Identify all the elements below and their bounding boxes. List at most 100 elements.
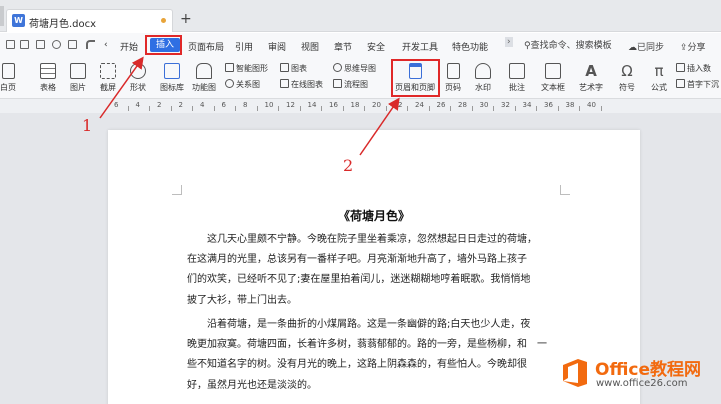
site-watermark: Office教程网 www.office26.com — [559, 351, 719, 399]
share-button[interactable]: ⇪分享 — [680, 40, 706, 53]
export-icon[interactable] — [36, 40, 45, 49]
new-tab-button[interactable]: + — [180, 12, 192, 26]
formula-button[interactable]: π 公式 — [646, 63, 672, 93]
ruler-label: 6 — [114, 101, 119, 109]
mindmap-icon — [333, 63, 342, 72]
menu-icon[interactable] — [6, 40, 15, 49]
chart-button[interactable]: 图表 — [280, 63, 307, 74]
shape-button[interactable]: 形状 — [126, 63, 150, 93]
mindmap-button[interactable]: 思维导图 — [333, 63, 376, 74]
horizontal-ruler[interactable]: 6 4 2 2 4 6 8 10 12 14 16 18 20 22 24 26 28 30 32 34 36 38 40 — [113, 101, 618, 111]
writer-doc-icon: W — [12, 14, 25, 27]
annotation-step-2: 2 — [343, 156, 354, 175]
relation-chart-icon — [225, 79, 234, 88]
ruler-tick — [149, 106, 151, 111]
ruler-label: 24 — [415, 101, 424, 109]
unsaved-dot-icon — [161, 18, 166, 23]
smartart-icon — [225, 63, 234, 72]
picture-button[interactable]: 图片 — [66, 63, 90, 93]
ruler-tick — [471, 106, 473, 111]
ruler-label: 2 — [157, 101, 162, 109]
command-search[interactable]: ⚲查找命令、搜索模板 — [524, 38, 612, 51]
ruler-label: 2 — [178, 101, 183, 109]
menu-item-references[interactable]: 引用 — [235, 40, 253, 53]
ruler-label: 16 — [329, 101, 338, 109]
menu-scroll-right-button[interactable]: › — [505, 37, 513, 47]
header-footer-highlight — [391, 59, 440, 97]
table-icon — [40, 63, 56, 79]
page-number-icon — [446, 63, 460, 79]
document-tab[interactable]: W 荷塘月色.docx — [6, 9, 173, 32]
ruler-tick — [213, 106, 215, 111]
watermark-brand: Office教程网 — [595, 360, 702, 380]
menu-item-view[interactable]: 视图 — [301, 40, 319, 53]
menu-item-features[interactable]: 特色功能 — [452, 40, 488, 53]
art-text-icon: A — [585, 62, 597, 80]
table-button[interactable]: 表格 — [36, 63, 60, 93]
ruler-label: 4 — [135, 101, 140, 109]
art-text-button[interactable]: A 艺术字 — [576, 63, 606, 93]
paragraph-1[interactable]: 这几天心里颇不宁静。今晚在院子里坐着乘凉，忽然想起日日走过的荷塘， 在这满月的光… — [187, 230, 559, 311]
comment-icon — [509, 63, 525, 79]
margin-corner-top-left — [172, 185, 182, 195]
home-icon[interactable] — [0, 6, 4, 26]
ruler-tick — [256, 106, 258, 111]
menu-item-security[interactable]: 安全 — [367, 40, 385, 53]
sync-status[interactable]: ☁已同步 — [628, 40, 664, 53]
flowchart-button[interactable]: 流程图 — [333, 79, 368, 90]
flowchart-icon — [333, 79, 342, 88]
ruler-tick — [450, 106, 452, 111]
search-icon: ⚲ — [524, 41, 531, 51]
ruler-area: 6 4 2 2 4 6 8 10 12 14 16 18 20 22 24 26 28 30 32 34 36 38 40 — [0, 99, 721, 113]
ruler-label: 32 — [501, 101, 510, 109]
drop-cap-button[interactable]: 首字下沉 — [676, 79, 719, 90]
ruler-tick — [407, 106, 409, 111]
smartart-button[interactable]: 智能图形 — [225, 63, 268, 74]
icon-library-button[interactable]: 图标库 — [158, 63, 186, 93]
ruler-label: 20 — [372, 101, 381, 109]
paragraph-2[interactable]: 沿着荷塘，是一条曲折的小煤屑路。这是一条幽僻的路;白天也少人走，夜 晚更加寂寞。… — [187, 315, 559, 396]
share-icon: ⇪ — [680, 43, 688, 53]
comment-button[interactable]: 批注 — [505, 63, 529, 93]
office-logo-icon — [563, 359, 587, 387]
ruler-tick — [428, 106, 430, 111]
menu-item-developer[interactable]: 开发工具 — [402, 40, 438, 53]
ruler-tick — [557, 106, 559, 111]
insert-number-button[interactable]: 插入数 — [676, 63, 711, 74]
menu-item-home[interactable]: 开始 — [120, 40, 138, 53]
ruler-tick — [127, 106, 129, 111]
picture-icon — [70, 63, 86, 79]
page-icon — [1, 63, 15, 79]
screenshot-button[interactable]: 截屏 — [96, 63, 120, 93]
menu-bar: ‹ 开始 插入 页面布局 引用 审阅 视图 章节 安全 开发工具 特色功能 › … — [0, 33, 721, 57]
textbox-icon — [545, 63, 561, 79]
save-icon[interactable] — [20, 40, 29, 49]
shape-icon — [130, 63, 146, 79]
omega-icon: Ω — [621, 62, 633, 80]
text-line: 披了大衫，带上门出去。 — [187, 294, 297, 306]
print-icon[interactable] — [52, 40, 61, 49]
textbox-button[interactable]: 文本框 — [538, 63, 568, 93]
function-chart-button[interactable]: 功能图 — [190, 63, 218, 93]
menu-item-page-layout[interactable]: 页面布局 — [188, 40, 224, 53]
ruler-tick — [579, 106, 581, 111]
relation-chart-button[interactable]: 关系图 — [225, 79, 260, 90]
menu-item-chapter[interactable]: 章节 — [334, 40, 352, 53]
watermark-button[interactable]: 水印 — [471, 63, 495, 93]
ruler-label: 36 — [544, 101, 553, 109]
ruler-tick — [364, 106, 366, 111]
blank-page-button[interactable]: 白页 — [0, 63, 20, 93]
undo-icon[interactable] — [86, 40, 95, 49]
online-chart-button[interactable]: 在线图表 — [280, 79, 323, 90]
scissors-icon — [100, 63, 116, 79]
ruler-label: 12 — [286, 101, 295, 109]
symbol-button[interactable]: Ω 符号 — [614, 63, 640, 93]
menu-item-review[interactable]: 审阅 — [268, 40, 286, 53]
print-preview-icon[interactable] — [68, 40, 77, 49]
ruler-label: 34 — [522, 101, 532, 109]
page-number-button[interactable]: 页码 — [441, 63, 465, 93]
text-line: 些不知道名字的树。没有月光的晚上，这路上阴森森的，有些怕人。今晚却很 — [187, 359, 527, 371]
redo-icon[interactable]: ‹ — [104, 40, 108, 50]
chart-icon — [280, 63, 289, 72]
text-line: 好，虽然月光也还是淡淡的。 — [187, 379, 317, 391]
